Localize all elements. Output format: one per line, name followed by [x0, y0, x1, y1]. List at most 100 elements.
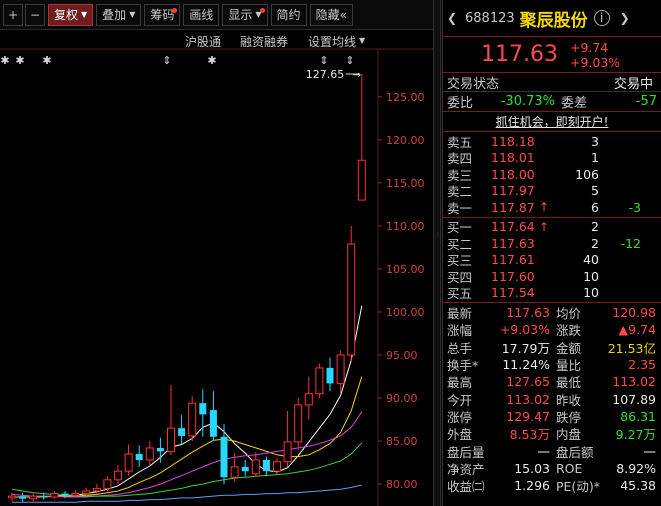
stat-row: 盘后量一盘后额一: [443, 442, 661, 460]
stat-row: 涨停 129.47 跌停 86.31: [443, 408, 661, 425]
event-marker-icon: ✱: [207, 54, 216, 67]
toolbar-button-1[interactable]: 叠加 ▼: [96, 3, 142, 26]
panel-divider[interactable]: ⋮: [433, 0, 441, 506]
ratio-row: 委比 -30.73% 委差 -57: [443, 92, 661, 112]
toolbar-items: 复权 ▼ 叠加 ▼ 筹码 画线 显示 ▼ 简约 隐藏«: [45, 3, 353, 26]
stat-label: 外盘: [447, 427, 473, 443]
book-delta: -3: [628, 199, 641, 215]
toolbar-button-label: 隐藏«: [315, 8, 347, 22]
stat-row: 今开 113.02 昨收 107.89: [443, 390, 661, 408]
stat-label: 收益㈡: [447, 479, 485, 495]
stat-row: 收益㈡ 1.296 PE(动)* 45.38: [443, 477, 661, 494]
last-price: 117.63: [481, 42, 558, 67]
promo-row: 抓住机会，即刻开户!: [443, 112, 661, 132]
kline-chart[interactable]: 沪股通 融资融券 设置均线 ▼ ✱ ✱ ✱ ⇕ ✱ ⇕ ⇕ 125.00 120.00 115.00…: [0, 31, 436, 506]
stock-app: + − 复权 ▼ 叠加 ▼ 筹码 画线 显示 ▼ 简约 隐藏« 沪股通 融资融券 设置均线 ▼ ✱ ✱…: [0, 0, 661, 506]
stat-label: 总手: [447, 340, 473, 356]
ma-line-3: [11, 442, 363, 497]
candle-body: [294, 404, 303, 443]
info-icon[interactable]: i: [593, 10, 610, 26]
toolbar-button-label: 叠加: [102, 8, 127, 22]
stat-value: 113.02: [612, 374, 656, 390]
stat-row: 总手 17.79万 金额 21.53亿: [443, 339, 661, 356]
candle-body: [71, 493, 80, 496]
status-value: 交易中: [613, 76, 653, 92]
event-marker-icon: ⇕: [319, 54, 328, 67]
price-change: +9.74: [569, 39, 609, 55]
open-account-link[interactable]: 抓住机会，即刻开户!: [496, 113, 609, 130]
candle-body: [29, 495, 38, 500]
stat-label: 内盘: [556, 427, 582, 443]
toolbar-button-2[interactable]: 筹码: [144, 3, 181, 26]
stat-row: 换手* 11.24% 量比 2.35: [443, 356, 661, 373]
stat-value: 11.24%: [502, 357, 550, 373]
y-tick-label: 85.00: [386, 435, 418, 448]
ask-row[interactable]: 卖四 118.01 1: [443, 150, 661, 166]
stat-value: 117.63: [506, 305, 550, 321]
zoom-out-button[interactable]: −: [25, 3, 45, 26]
stat-label: 最新: [447, 306, 473, 322]
candle-body: [220, 436, 228, 478]
stat-row: 净资产 15.03 ROE 8.92%: [443, 460, 661, 477]
book-volume: 2: [591, 235, 599, 251]
stat-value: 9.27万: [615, 427, 656, 443]
y-tick-label: 100.00: [386, 306, 425, 319]
book-level-label: 卖一: [447, 200, 473, 216]
zoom-in-button[interactable]: +: [3, 3, 23, 26]
dropdown-arrow-icon: ▼: [81, 10, 88, 19]
drag-handle-icon[interactable]: ⋮: [435, 232, 441, 241]
y-tick-label: 90.00: [386, 392, 418, 405]
y-tick-label: 95.00: [386, 349, 418, 362]
stat-value: 120.98: [612, 305, 656, 321]
bid-row[interactable]: 买五 117.54 10: [443, 285, 661, 301]
book-volume: 1: [591, 150, 599, 166]
ask-row[interactable]: 卖五 118.18 3: [443, 133, 661, 150]
y-tick-label: 80.00: [386, 478, 418, 491]
prev-stock-icon[interactable]: ❮: [447, 11, 459, 25]
stat-value: 8.53万: [509, 427, 550, 443]
price-change-pct: +9.03%: [569, 54, 621, 70]
candle-body: [114, 470, 122, 481]
candle-body: [241, 466, 249, 472]
bid-row[interactable]: 买四 117.60 10: [443, 268, 661, 285]
book-volume: 2: [591, 219, 599, 235]
high-marker-label: 127.65: [306, 68, 345, 81]
toolbar-button-label: 画线: [189, 8, 214, 22]
stat-label: 涨停: [447, 409, 473, 425]
candle-body: [8, 495, 16, 499]
stat-value: 107.89: [612, 391, 656, 407]
stat-value: 127.65: [506, 374, 550, 390]
stat-value: 86.31: [620, 408, 656, 424]
bid-row[interactable]: 买三 117.61 40: [443, 252, 661, 268]
stat-value: 一: [537, 444, 550, 460]
candle-body: [199, 403, 207, 415]
bid-row[interactable]: 买一 117.64 ↑ 2: [443, 219, 661, 235]
stat-row: 外盘 8.53万 内盘 9.27万: [443, 425, 661, 442]
toolbar-button-0[interactable]: 复权 ▼: [48, 3, 94, 26]
ask-row[interactable]: 卖三 118.00 106: [443, 166, 661, 183]
stat-label: 均价: [556, 306, 582, 322]
candle-body: [178, 428, 186, 436]
bid-row[interactable]: 买二 117.63 2 -12: [443, 235, 661, 252]
stats-table: 最新 117.63 均价 120.98 涨幅 +9.03% 涨跌 ▲9.74 总手 17.79万金…: [443, 303, 661, 494]
toolbar-button-3[interactable]: 画线: [183, 3, 220, 26]
diff-label: 委差: [561, 96, 588, 111]
stat-value: 一: [643, 444, 656, 460]
toolbar-button-4[interactable]: 显示 ▼: [222, 3, 268, 26]
stat-label: 今开: [447, 392, 473, 408]
status-label: 交易状态: [447, 76, 500, 92]
ask-row[interactable]: 卖一 117.87 ↑ 6 -3: [443, 199, 661, 216]
stat-label: 昨收: [556, 392, 582, 408]
stat-value: 15.03: [514, 460, 550, 476]
candle-body: [336, 354, 345, 384]
ask-row[interactable]: 卖二 117.97 5: [443, 183, 661, 199]
book-volume: 40: [583, 252, 599, 268]
next-stock-icon[interactable]: ❯: [620, 11, 630, 25]
stat-label: PE(动)*: [556, 479, 600, 495]
toolbar-button-5[interactable]: 简约: [270, 3, 307, 26]
toolbar-button-label: 复权: [54, 8, 79, 22]
stat-value: 129.47: [506, 408, 550, 424]
book-volume: 106: [575, 166, 599, 182]
toolbar-button-6[interactable]: 隐藏«: [309, 3, 353, 26]
book-volume: 6: [591, 199, 599, 215]
